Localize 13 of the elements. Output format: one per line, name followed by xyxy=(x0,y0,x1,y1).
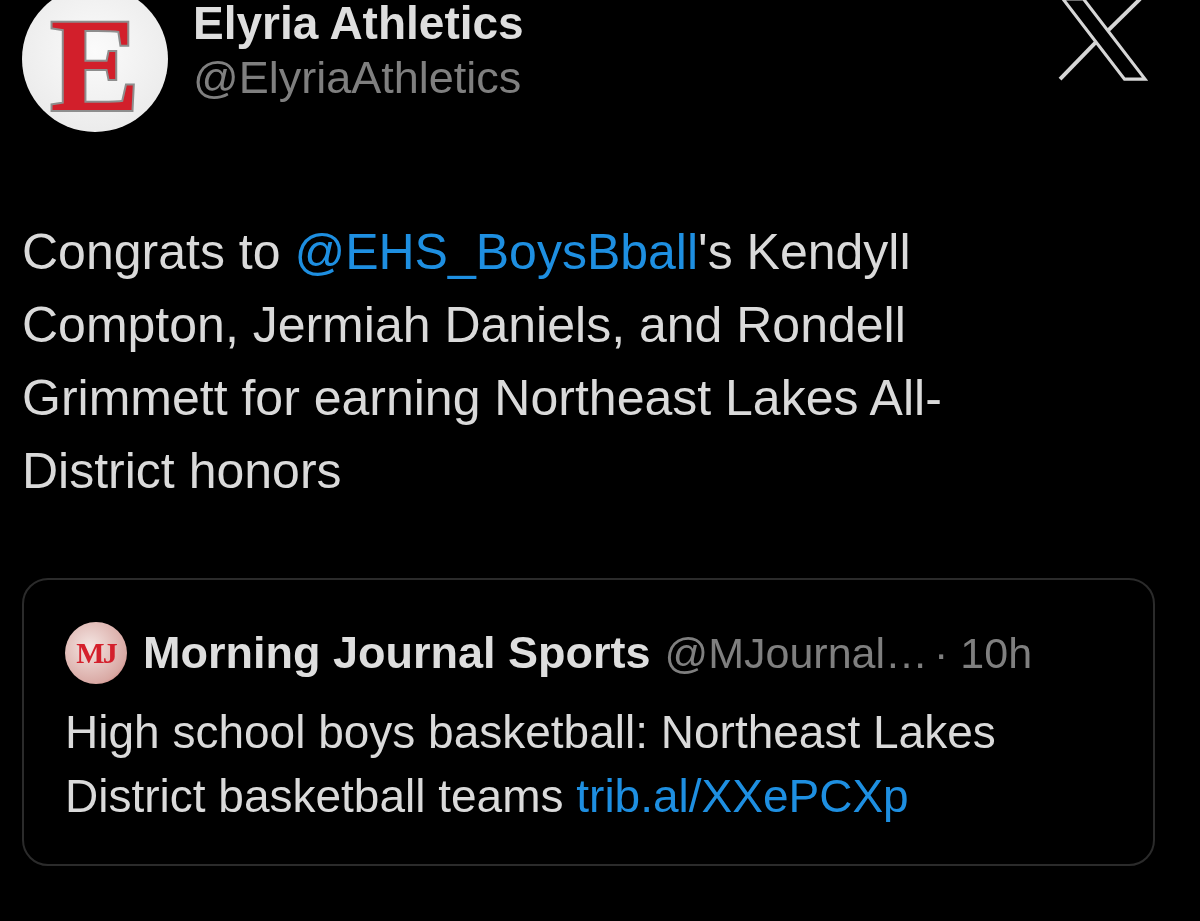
quoted-tweet-card[interactable]: MJ Morning Journal Sports @MJournal…· 10h High school boys basketball: Northeast Lakes District basketball teams trib.al/XXePCXp xyxy=(22,578,1155,866)
author-handle: @ElyriaAthletics xyxy=(193,52,523,104)
logo-avatar[interactable]: MJ xyxy=(65,622,127,684)
x-logo-icon xyxy=(1058,0,1150,83)
url-link[interactable]: trib.al/XXePCXp xyxy=(576,770,909,822)
quoted-author-name[interactable]: Morning Journal Sports xyxy=(143,627,651,679)
mention-link[interactable]: @EHS_BoysBball xyxy=(294,224,699,280)
post-time: · 10h xyxy=(934,628,1033,678)
tweet-text: Congrats to @EHS_BoysBball's Kendyll Compton, Jermiah Daniels, and Rondell Grimmett for earning Northeast Lakes All-District honors xyxy=(22,223,943,501)
author-name[interactable]: Elyria Athletics xyxy=(193,0,1058,52)
quoted-author-handle: @MJournal… xyxy=(664,628,929,678)
quoted-tweet-text: High school boys basketball: Northeast Lakes District basketball teams trib.al/XXePCXp xyxy=(65,705,997,824)
logo-avatar[interactable]: E xyxy=(22,0,168,132)
